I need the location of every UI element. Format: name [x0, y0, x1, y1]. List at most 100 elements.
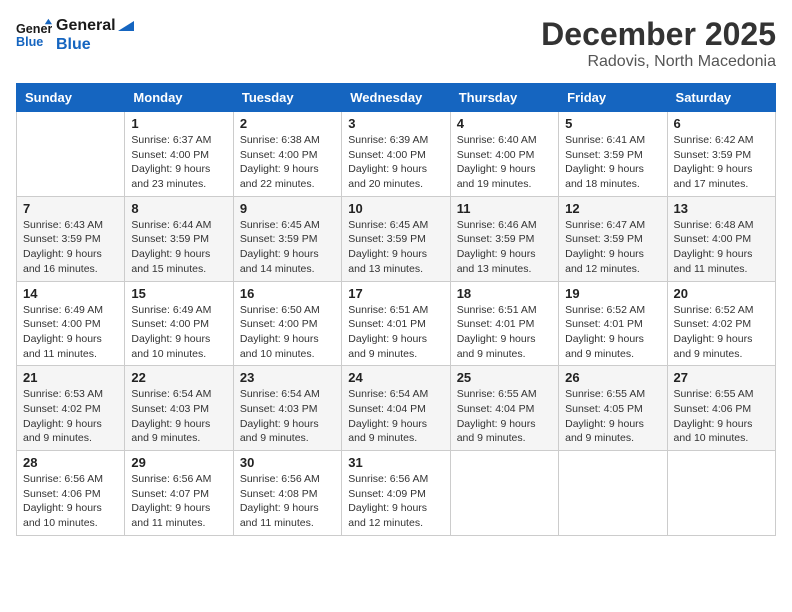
day-info: Sunrise: 6:55 AMSunset: 4:05 PMDaylight:…	[565, 387, 660, 446]
calendar-cell: 17 Sunrise: 6:51 AMSunset: 4:01 PMDayligh…	[342, 281, 450, 366]
week-row-2: 7Sunrise: 6:43 AMSunset: 3:59 PMDaylight…	[17, 196, 776, 281]
day-number: 29	[131, 455, 226, 470]
calendar-cell: 12 Sunrise: 6:47 AMSunset: 3:59 PMDayligh…	[559, 196, 667, 281]
calendar-cell	[450, 451, 558, 536]
calendar-cell: 18 Sunrise: 6:51 AMSunset: 4:01 PMDayligh…	[450, 281, 558, 366]
day-info: Sunrise: 6:56 AMSunset: 4:07 PMDaylight:…	[131, 472, 226, 531]
week-row-1: 1 Sunrise: 6:37 AMSunset: 4:00 PMDaylight…	[17, 112, 776, 197]
header-friday: Friday	[559, 84, 667, 112]
day-info: Sunrise: 6:56 AMSunset: 4:06 PMDaylight:…	[23, 472, 118, 531]
header-wednesday: Wednesday	[342, 84, 450, 112]
calendar-cell: 28 Sunrise: 6:56 AMSunset: 4:06 PMDayligh…	[17, 451, 125, 536]
logo-line2: Blue	[56, 35, 134, 54]
logo-line1: General	[56, 16, 134, 35]
calendar-cell: 23 Sunrise: 6:54 AMSunset: 4:03 PMDayligh…	[233, 366, 341, 451]
calendar-cell	[559, 451, 667, 536]
day-number: 4	[457, 116, 552, 131]
svg-text:Blue: Blue	[16, 35, 43, 49]
day-number: 26	[565, 370, 660, 385]
calendar-cell: 19Sunrise: 6:52 AMSunset: 4:01 PMDayligh…	[559, 281, 667, 366]
day-number: 15	[131, 286, 226, 301]
header-saturday: Saturday	[667, 84, 775, 112]
day-info: Sunrise: 6:48 AMSunset: 4:00 PMDaylight:…	[674, 218, 769, 277]
calendar-cell: 8 Sunrise: 6:44 AMSunset: 3:59 PMDaylight…	[125, 196, 233, 281]
day-number: 9	[240, 201, 335, 216]
week-row-5: 28 Sunrise: 6:56 AMSunset: 4:06 PMDayligh…	[17, 451, 776, 536]
calendar-cell: 26 Sunrise: 6:55 AMSunset: 4:05 PMDayligh…	[559, 366, 667, 451]
day-info: Sunrise: 6:56 AMSunset: 4:08 PMDaylight:…	[240, 472, 335, 531]
month-title: December 2025	[541, 16, 776, 53]
day-info: Sunrise: 6:37 AMSunset: 4:00 PMDaylight:…	[131, 133, 226, 192]
header-tuesday: Tuesday	[233, 84, 341, 112]
day-info: Sunrise: 6:54 AMSunset: 4:03 PMDaylight:…	[131, 387, 226, 446]
day-info: Sunrise: 6:43 AMSunset: 3:59 PMDaylight:…	[23, 218, 118, 277]
day-number: 17	[348, 286, 443, 301]
logo: General Blue General Blue	[16, 16, 134, 54]
day-number: 30	[240, 455, 335, 470]
day-info: Sunrise: 6:47 AMSunset: 3:59 PMDaylight:…	[565, 218, 660, 277]
calendar-cell: 13Sunrise: 6:48 AMSunset: 4:00 PMDayligh…	[667, 196, 775, 281]
calendar-cell: 22 Sunrise: 6:54 AMSunset: 4:03 PMDayligh…	[125, 366, 233, 451]
day-number: 2	[240, 116, 335, 131]
day-info: Sunrise: 6:56 AMSunset: 4:09 PMDaylight:…	[348, 472, 443, 531]
day-info: Sunrise: 6:54 AMSunset: 4:03 PMDaylight:…	[240, 387, 335, 446]
day-number: 19	[565, 286, 660, 301]
calendar-cell: 30 Sunrise: 6:56 AMSunset: 4:08 PMDayligh…	[233, 451, 341, 536]
day-info: Sunrise: 6:39 AMSunset: 4:00 PMDaylight:…	[348, 133, 443, 192]
logo-icon: General Blue	[16, 17, 52, 53]
day-info: Sunrise: 6:55 AMSunset: 4:06 PMDaylight:…	[674, 387, 769, 446]
week-row-3: 14 Sunrise: 6:49 AMSunset: 4:00 PMDayligh…	[17, 281, 776, 366]
day-info: Sunrise: 6:44 AMSunset: 3:59 PMDaylight:…	[131, 218, 226, 277]
day-info: Sunrise: 6:51 AMSunset: 4:01 PMDaylight:…	[348, 303, 443, 362]
calendar-cell: 4 Sunrise: 6:40 AMSunset: 4:00 PMDaylight…	[450, 112, 558, 197]
day-number: 8	[131, 201, 226, 216]
calendar-cell: 29 Sunrise: 6:56 AMSunset: 4:07 PMDayligh…	[125, 451, 233, 536]
day-info: Sunrise: 6:40 AMSunset: 4:00 PMDaylight:…	[457, 133, 552, 192]
day-info: Sunrise: 6:51 AMSunset: 4:01 PMDaylight:…	[457, 303, 552, 362]
week-row-4: 21Sunrise: 6:53 AMSunset: 4:02 PMDayligh…	[17, 366, 776, 451]
calendar-cell: 7Sunrise: 6:43 AMSunset: 3:59 PMDaylight…	[17, 196, 125, 281]
calendar-cell: 16Sunrise: 6:50 AMSunset: 4:00 PMDayligh…	[233, 281, 341, 366]
day-info: Sunrise: 6:49 AMSunset: 4:00 PMDaylight:…	[23, 303, 118, 362]
day-info: Sunrise: 6:55 AMSunset: 4:04 PMDaylight:…	[457, 387, 552, 446]
calendar-cell: 24 Sunrise: 6:54 AMSunset: 4:04 PMDayligh…	[342, 366, 450, 451]
calendar-cell: 10Sunrise: 6:45 AMSunset: 3:59 PMDayligh…	[342, 196, 450, 281]
day-info: Sunrise: 6:46 AMSunset: 3:59 PMDaylight:…	[457, 218, 552, 277]
day-info: Sunrise: 6:42 AMSunset: 3:59 PMDaylight:…	[674, 133, 769, 192]
day-number: 11	[457, 201, 552, 216]
day-info: Sunrise: 6:41 AMSunset: 3:59 PMDaylight:…	[565, 133, 660, 192]
day-number: 20	[674, 286, 769, 301]
calendar-cell	[667, 451, 775, 536]
day-number: 10	[348, 201, 443, 216]
calendar-cell: 5 Sunrise: 6:41 AMSunset: 3:59 PMDaylight…	[559, 112, 667, 197]
day-number: 16	[240, 286, 335, 301]
day-number: 1	[131, 116, 226, 131]
day-number: 23	[240, 370, 335, 385]
day-number: 27	[674, 370, 769, 385]
calendar-cell: 11 Sunrise: 6:46 AMSunset: 3:59 PMDayligh…	[450, 196, 558, 281]
calendar-cell: 15 Sunrise: 6:49 AMSunset: 4:00 PMDayligh…	[125, 281, 233, 366]
calendar-cell: 6Sunrise: 6:42 AMSunset: 3:59 PMDaylight…	[667, 112, 775, 197]
day-info: Sunrise: 6:54 AMSunset: 4:04 PMDaylight:…	[348, 387, 443, 446]
day-number: 31	[348, 455, 443, 470]
day-info: Sunrise: 6:49 AMSunset: 4:00 PMDaylight:…	[131, 303, 226, 362]
location-subtitle: Radovis, North Macedonia	[541, 53, 776, 71]
day-number: 12	[565, 201, 660, 216]
calendar-cell: 14 Sunrise: 6:49 AMSunset: 4:00 PMDayligh…	[17, 281, 125, 366]
day-number: 5	[565, 116, 660, 131]
day-number: 28	[23, 455, 118, 470]
calendar-cell: 1 Sunrise: 6:37 AMSunset: 4:00 PMDaylight…	[125, 112, 233, 197]
header-thursday: Thursday	[450, 84, 558, 112]
day-number: 14	[23, 286, 118, 301]
calendar-cell	[17, 112, 125, 197]
header-sunday: Sunday	[17, 84, 125, 112]
day-info: Sunrise: 6:38 AMSunset: 4:00 PMDaylight:…	[240, 133, 335, 192]
calendar-cell: 31 Sunrise: 6:56 AMSunset: 4:09 PMDayligh…	[342, 451, 450, 536]
day-number: 24	[348, 370, 443, 385]
day-info: Sunrise: 6:53 AMSunset: 4:02 PMDaylight:…	[23, 387, 118, 446]
page-header: General Blue General Blue December 2025 …	[16, 16, 776, 71]
calendar-cell: 20 Sunrise: 6:52 AMSunset: 4:02 PMDayligh…	[667, 281, 775, 366]
day-info: Sunrise: 6:52 AMSunset: 4:02 PMDaylight:…	[674, 303, 769, 362]
day-number: 18	[457, 286, 552, 301]
day-number: 22	[131, 370, 226, 385]
